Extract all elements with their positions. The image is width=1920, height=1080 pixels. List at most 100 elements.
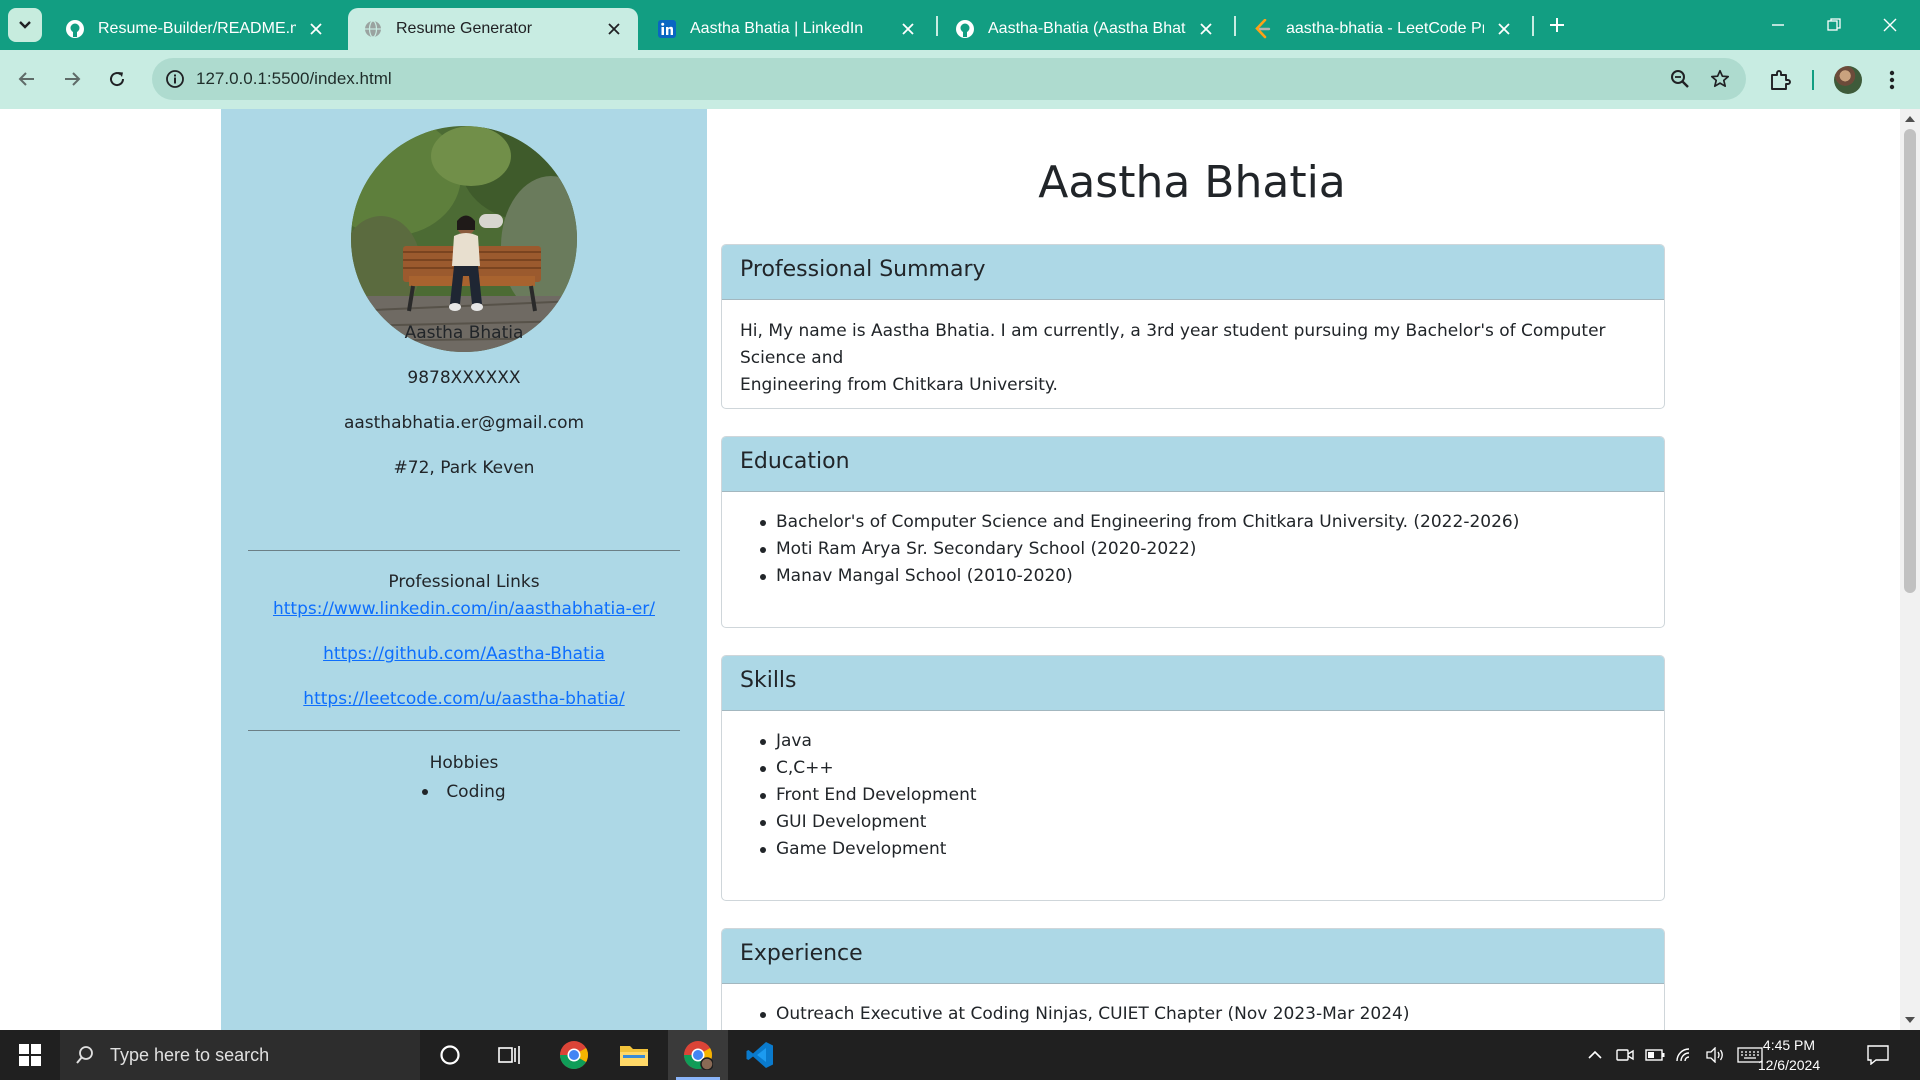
sidebar-address: #72, Park Keven (393, 458, 535, 478)
globe-icon (362, 18, 384, 40)
tab-title: Resume-Builder/README.md at (98, 20, 296, 37)
list-item: Outreach Executive at Coding Ninjas, CUI… (740, 1001, 1646, 1028)
address-bar[interactable]: 127.0.0.1:5500/index.html (152, 58, 1746, 100)
education-body: Bachelor's of Computer Science and Engin… (722, 492, 1664, 590)
list-item: Game Development (740, 836, 1646, 863)
profile-photo (351, 126, 577, 352)
vscode-taskbar-app[interactable] (730, 1030, 790, 1080)
page-viewport: Aastha Bhatia 9878XXXXXX aasthabhatia.er… (0, 109, 1900, 1030)
minimize-icon (1772, 24, 1784, 26)
page-scrollbar[interactable] (1900, 109, 1920, 1030)
leetcode-link-row: https://leetcode.com/u/aastha-bhatia/ (221, 689, 707, 709)
notification-center-button[interactable] (1858, 1030, 1898, 1080)
summary-line: Engineering from Chitkara University. (740, 375, 1058, 395)
close-window-button[interactable] (1870, 8, 1910, 42)
linkedin-link-row: https://www.linkedin.com/in/aasthabhatia… (221, 599, 707, 619)
list-item: Coding (422, 782, 506, 802)
task-view-icon (498, 1046, 520, 1064)
tray-overflow-chevron-icon[interactable] (1582, 1030, 1608, 1080)
chrome-icon (684, 1041, 713, 1070)
meet-now-icon[interactable] (1612, 1030, 1638, 1080)
close-icon[interactable] (604, 19, 624, 39)
back-button[interactable] (10, 62, 44, 96)
resume-sidebar: Aastha Bhatia 9878XXXXXX aasthabhatia.er… (221, 109, 707, 1030)
scroll-down-arrow-icon[interactable] (1904, 1014, 1916, 1026)
leetcode-link[interactable]: https://leetcode.com/u/aastha-bhatia/ (303, 689, 624, 709)
skills-body: Java C,C++ Front End Development GUI Dev… (722, 711, 1664, 863)
summary-line: Hi, My name is Aastha Bhatia. I am curre… (740, 321, 1606, 368)
sidebar-email: aasthabhatia.er@gmail.com (343, 413, 585, 433)
forward-button[interactable] (55, 62, 89, 96)
close-icon[interactable] (1494, 19, 1514, 39)
zoom-icon[interactable] (1668, 67, 1692, 91)
hobbies-list: Coding (221, 780, 707, 802)
start-button[interactable] (0, 1030, 60, 1080)
new-tab-button[interactable] (1544, 12, 1570, 38)
chrome-profile-taskbar-app[interactable] (668, 1030, 728, 1080)
list-item: Java (740, 728, 1646, 755)
file-explorer-taskbar-app[interactable] (604, 1030, 664, 1080)
links-heading: Professional Links (388, 572, 540, 592)
hobby-label: Coding (446, 782, 506, 802)
kebab-menu-icon[interactable] (1880, 66, 1904, 94)
notification-icon (1867, 1045, 1889, 1065)
close-icon[interactable] (898, 19, 918, 39)
restore-button[interactable] (1814, 8, 1854, 42)
vscode-icon (746, 1042, 773, 1068)
tab-separator (1234, 16, 1236, 36)
education-card: Education Bachelor's of Computer Science… (721, 436, 1665, 628)
taskbar-search[interactable]: Type here to search (60, 1030, 420, 1080)
list-item: Front End Development (740, 782, 1646, 809)
leetcode-icon (1252, 18, 1274, 40)
windows-logo-icon (19, 1044, 41, 1066)
experience-body: Outreach Executive at Coding Ninjas, CUI… (722, 984, 1664, 1028)
tab-resume-builder-readme[interactable]: Resume-Builder/README.md at (50, 8, 340, 50)
tab-github-profile[interactable]: Aastha-Bhatia (Aastha Bhatia) (940, 8, 1230, 50)
tab-title: Aastha-Bhatia (Aastha Bhatia) (988, 20, 1186, 37)
cortana-button[interactable] (420, 1030, 480, 1080)
education-list: Bachelor's of Computer Science and Engin… (740, 509, 1646, 590)
scroll-up-arrow-icon[interactable] (1904, 113, 1916, 125)
minimize-button[interactable] (1758, 8, 1798, 42)
close-icon[interactable] (306, 19, 326, 39)
list-item: C,C++ (740, 755, 1646, 782)
profile-avatar[interactable] (1834, 66, 1862, 94)
chrome-icon (560, 1041, 588, 1069)
bookmark-star-icon[interactable] (1708, 67, 1732, 91)
tab-separator (1532, 16, 1534, 36)
sidebar-divider (248, 550, 680, 551)
close-icon[interactable] (1196, 19, 1216, 39)
linkedin-link[interactable]: https://www.linkedin.com/in/aasthabhatia… (273, 599, 655, 619)
url-text[interactable]: 127.0.0.1:5500/index.html (196, 69, 392, 89)
sidebar-name: Aastha Bhatia (404, 323, 524, 343)
tab-title: aastha-bhatia - LeetCode Profile (1286, 20, 1484, 37)
extensions-puzzle-icon[interactable] (1766, 66, 1794, 94)
list-item: Moti Ram Arya Sr. Secondary School (2020… (740, 536, 1646, 563)
chevron-down-icon (19, 21, 31, 29)
sidebar-phone: 9878XXXXXX (407, 368, 521, 388)
summary-body: Hi, My name is Aastha Bhatia. I am curre… (722, 300, 1664, 399)
resume-main: Aastha Bhatia Professional Summary Hi, M… (707, 109, 1900, 1030)
tab-leetcode[interactable]: aastha-bhatia - LeetCode Profile (1238, 8, 1528, 50)
skills-heading: Skills (722, 656, 1664, 711)
hobbies-heading: Hobbies (429, 753, 499, 773)
volume-icon[interactable] (1702, 1030, 1728, 1080)
github-icon (954, 18, 976, 40)
restore-icon (1827, 18, 1841, 31)
battery-icon[interactable] (1642, 1030, 1668, 1080)
wifi-icon[interactable] (1672, 1030, 1698, 1080)
tab-linkedin[interactable]: Aastha Bhatia | LinkedIn (642, 8, 932, 50)
tab-resume-generator[interactable]: Resume Generator (348, 8, 638, 50)
list-item: Manav Mangal School (2010-2020) (740, 563, 1646, 590)
task-view-button[interactable] (480, 1030, 540, 1080)
reload-button[interactable] (100, 62, 134, 96)
chrome-taskbar-app[interactable] (544, 1030, 604, 1080)
tab-title: Resume Generator (396, 20, 533, 37)
info-icon[interactable] (164, 68, 186, 90)
arrow-left-icon (18, 72, 34, 86)
tab-search-button[interactable] (8, 8, 42, 42)
scrollbar-thumb[interactable] (1904, 129, 1916, 593)
cortana-circle-icon (440, 1045, 460, 1065)
github-link[interactable]: https://github.com/Aastha-Bhatia (323, 644, 605, 664)
system-clock[interactable]: 4:45 PM 12/6/2024 (1748, 1030, 1830, 1080)
